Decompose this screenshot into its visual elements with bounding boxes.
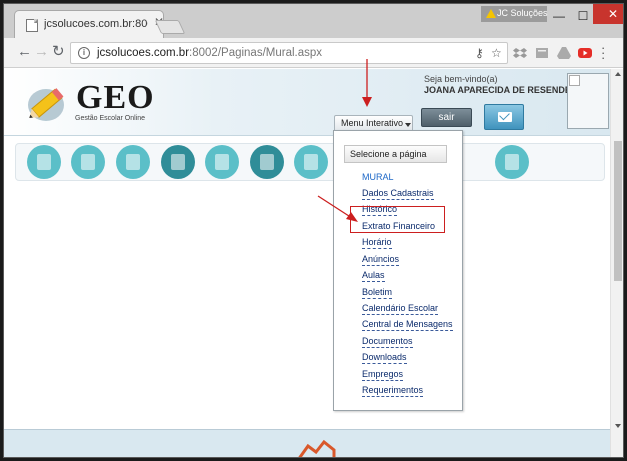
menu-item-boletim[interactable]: Boletim (362, 287, 393, 299)
maximize-button[interactable]: ☐ (572, 8, 594, 26)
close-window-button[interactable]: ✕ (593, 4, 623, 24)
store-icon[interactable] (27, 145, 61, 179)
menu-item-aulas[interactable]: Aulas (362, 270, 385, 282)
youtube-icon[interactable] (578, 47, 592, 59)
menu-item-documentos[interactable]: Documentos (362, 336, 413, 348)
key-icon[interactable]: ⚷ (475, 46, 484, 60)
user-photo (567, 73, 609, 129)
dropdown-section-mural[interactable]: MURAL (362, 172, 394, 183)
logout-button[interactable]: sair (421, 108, 472, 127)
pocket-icon[interactable] (535, 47, 549, 59)
kebab-menu-icon[interactable]: · · · (601, 41, 605, 64)
url-text: jcsolucoes.com.br:8002/Paginas/Mural.asp… (97, 47, 322, 59)
messages-button[interactable] (484, 104, 524, 130)
site-header: GEO Gestão Escolar Online Seja bem-vindo… (4, 69, 610, 136)
url-host: jcsolucoes.com.br (97, 47, 190, 59)
page-scrollbar[interactable] (610, 69, 623, 457)
menu-interativo-label: Menu Interativo (341, 118, 404, 128)
clock-icon[interactable] (161, 145, 195, 179)
browser-toolbar: ← → ↻ i jcsolucoes.com.br:8002/Paginas/M… (4, 38, 623, 68)
logo-pencil-icon (28, 88, 64, 121)
chevron-down-icon (405, 123, 411, 127)
pencil-icon[interactable] (294, 145, 328, 179)
new-tab-button[interactable] (154, 20, 186, 34)
user-name: JOANA APARECIDA DE RESENDE (424, 85, 571, 95)
calendar-grid-icon[interactable] (205, 145, 239, 179)
menu-interativo-dropdown: Selecione a página MURAL Dados Cadastrai… (333, 130, 463, 411)
profile-name: JC Soluções (497, 8, 548, 18)
star-icon[interactable]: ☆ (491, 46, 502, 60)
highlight-box (350, 206, 445, 233)
monitor-icon[interactable] (250, 145, 284, 179)
site-logo-subtitle: Gestão Escolar Online (75, 115, 146, 122)
back-button[interactable]: ← (17, 44, 32, 60)
menu-item-calendario-escolar[interactable]: Calendário Escolar (362, 303, 439, 315)
page-select[interactable]: Selecione a página (344, 145, 447, 163)
drive-icon[interactable] (557, 47, 571, 59)
dropbox-icon[interactable] (513, 47, 527, 59)
site-footer-bar (4, 429, 610, 457)
scroll-down-icon[interactable] (615, 424, 621, 428)
document-coin-icon[interactable] (116, 145, 150, 179)
forward-button[interactable]: → (34, 44, 49, 60)
address-bar[interactable]: i jcsolucoes.com.br:8002/Paginas/Mural.a… (70, 42, 508, 64)
menu-item-empregos[interactable]: Empregos (362, 369, 404, 381)
tab-title: jcsolucoes.com.br:8002/P (44, 18, 148, 30)
document-coin-icon[interactable] (495, 145, 529, 179)
menu-item-requerimentos[interactable]: Requerimentos (362, 385, 424, 397)
footer-pencil-icon (298, 439, 336, 457)
menu-item-anuncios[interactable]: Anúncios (362, 254, 400, 266)
browser-window: jcsolucoes.com.br:8002/P ✕ JC Soluções —… (3, 3, 624, 458)
annotation-arrow-down-icon (362, 59, 372, 107)
site-info-icon[interactable]: i (78, 47, 90, 59)
annotation-arrow-diagonal-icon (317, 195, 358, 222)
warning-icon (486, 9, 496, 18)
browser-tab[interactable]: jcsolucoes.com.br:8002/P ✕ (14, 10, 164, 39)
profile-badge[interactable]: JC Soluções (481, 6, 548, 22)
site-logo-text: GEO (76, 79, 155, 116)
scroll-up-icon[interactable] (615, 72, 621, 76)
mail-icon (498, 112, 512, 122)
reload-button[interactable]: ↻ (52, 44, 65, 60)
menu-item-downloads[interactable]: Downloads (362, 352, 407, 364)
menu-item-horario[interactable]: Horário (362, 237, 392, 249)
title-bar: jcsolucoes.com.br:8002/P ✕ JC Soluções —… (4, 4, 623, 39)
url-path: :8002/Paginas/Mural.aspx (189, 47, 323, 59)
menu-item-central-de-mensagens[interactable]: Central de Mensagens (362, 319, 453, 331)
tablet-icon[interactable] (71, 145, 105, 179)
scrollbar-thumb[interactable] (614, 141, 622, 281)
minimize-button[interactable]: — (548, 8, 570, 26)
menu-item-dados-cadastrais[interactable]: Dados Cadastrais (362, 188, 434, 200)
page-viewport: GEO Gestão Escolar Online Seja bem-vindo… (4, 69, 610, 429)
page-favicon-icon (26, 19, 38, 32)
welcome-text: Seja bem-vindo(a) (424, 74, 498, 84)
